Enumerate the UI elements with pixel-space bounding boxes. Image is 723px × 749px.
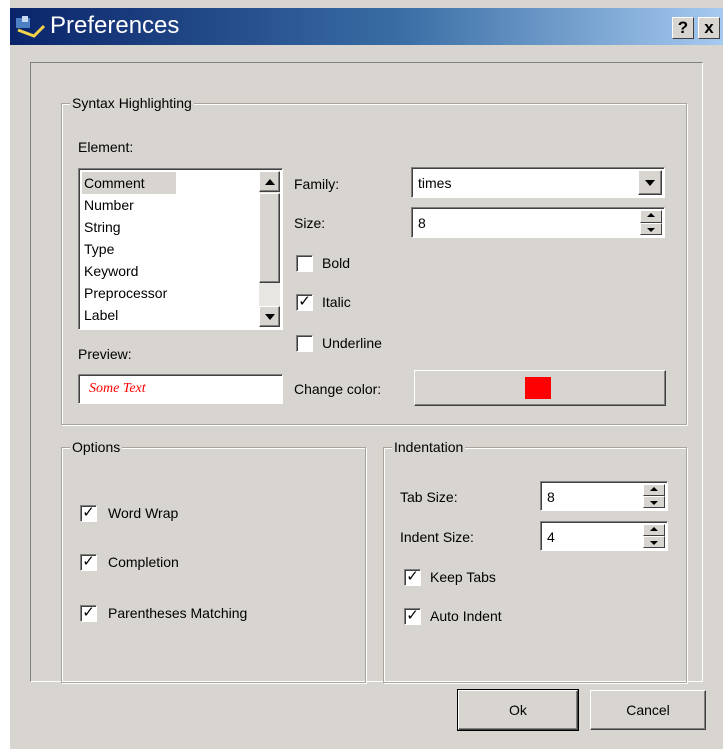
list-item-label[interactable]: Label xyxy=(82,304,176,326)
tab-size-value: 8 xyxy=(547,489,555,505)
preview-text: Some Text xyxy=(89,381,146,396)
auto-indent-label: Auto Indent xyxy=(430,608,502,624)
size-label: Size: xyxy=(294,215,326,231)
indentation-legend: Indentation xyxy=(392,438,466,456)
word-wrap-checkbox[interactable]: ✓ xyxy=(80,505,97,522)
tab-size-increment[interactable] xyxy=(643,484,665,496)
indentation-group: Indentation Tab Size: 8 Indent Size: 4 ✓… xyxy=(383,438,687,683)
word-wrap-label: Word Wrap xyxy=(108,505,179,521)
bold-checkbox[interactable] xyxy=(296,255,313,272)
completion-label: Completion xyxy=(108,554,179,570)
change-color-label: Change color: xyxy=(294,381,382,397)
increment-icon xyxy=(647,213,655,218)
arrow-down-icon xyxy=(264,314,275,320)
size-decrement[interactable] xyxy=(640,222,662,235)
preview-label: Preview: xyxy=(78,346,132,362)
scroll-thumb[interactable] xyxy=(259,193,280,283)
underline-label: Underline xyxy=(322,335,382,351)
element-label: Element: xyxy=(78,139,134,155)
options-group: Options ✓ Word Wrap ✓ Completion ✓ Paren… xyxy=(61,438,366,683)
list-item-string[interactable]: String xyxy=(82,216,176,238)
keep-tabs-label: Keep Tabs xyxy=(430,569,496,585)
dialog-client-area: Syntax Highlighting Element: Comment Num… xyxy=(30,62,703,683)
size-value: 8 xyxy=(418,215,426,231)
help-button[interactable]: ? xyxy=(672,17,694,39)
list-item-number[interactable]: Number xyxy=(82,194,176,216)
arrow-up-icon xyxy=(264,179,275,185)
change-color-button[interactable] xyxy=(414,370,666,406)
close-button[interactable]: x xyxy=(698,17,720,39)
parentheses-matching-checkbox[interactable]: ✓ xyxy=(80,605,97,622)
options-legend: Options xyxy=(70,438,123,456)
list-item-keyword[interactable]: Keyword xyxy=(82,260,176,282)
cancel-button[interactable]: Cancel xyxy=(590,690,706,730)
element-listbox[interactable]: Comment Number String Type Keyword Prepr… xyxy=(78,168,283,330)
ok-button[interactable]: Ok xyxy=(457,689,579,731)
completion-checkbox[interactable]: ✓ xyxy=(80,554,97,571)
indent-size-value: 4 xyxy=(547,529,555,545)
size-increment[interactable] xyxy=(640,210,662,223)
indent-size-decrement[interactable] xyxy=(643,536,665,548)
tab-size-spinbox[interactable]: 8 xyxy=(540,481,668,511)
preferences-dialog: Preferences ? x Syntax Highlighting Elem… xyxy=(10,0,723,749)
italic-label: Italic xyxy=(322,294,351,310)
scroll-down-button[interactable] xyxy=(259,306,280,327)
bold-label: Bold xyxy=(322,255,351,271)
increment-icon xyxy=(650,527,658,531)
syntax-highlighting-legend: Syntax Highlighting xyxy=(70,94,194,112)
syntax-highlighting-group: Syntax Highlighting Element: Comment Num… xyxy=(61,94,687,425)
decrement-icon xyxy=(650,501,658,505)
list-item-comment[interactable]: Comment xyxy=(82,172,176,194)
indent-size-label: Indent Size: xyxy=(400,529,474,545)
preview-box: Some Text xyxy=(78,374,283,404)
element-list-scrollbar[interactable] xyxy=(259,171,280,327)
size-spinner[interactable] xyxy=(640,210,662,235)
increment-icon xyxy=(650,487,658,491)
window-title: Preferences xyxy=(50,12,180,39)
underline-checkbox[interactable] xyxy=(296,335,313,352)
indent-size-spinbox[interactable]: 4 xyxy=(540,521,668,551)
auto-indent-checkbox[interactable]: ✓ xyxy=(404,608,421,625)
element-list: Comment Number String Type Keyword Prepr… xyxy=(82,172,176,326)
tab-size-spinner[interactable] xyxy=(643,484,665,508)
decrement-icon xyxy=(647,227,655,232)
tab-size-label: Tab Size: xyxy=(400,489,458,505)
title-bar[interactable]: Preferences ? x xyxy=(10,8,723,45)
list-item-type[interactable]: Type xyxy=(82,238,176,260)
app-icon xyxy=(16,16,46,38)
family-dropdown-button[interactable] xyxy=(638,170,662,195)
indent-size-spinner[interactable] xyxy=(643,524,665,548)
scroll-up-button[interactable] xyxy=(259,171,280,192)
family-value: times xyxy=(418,175,452,191)
color-swatch xyxy=(525,377,551,399)
keep-tabs-checkbox[interactable]: ✓ xyxy=(404,569,421,586)
chevron-down-icon xyxy=(645,180,655,186)
indent-size-increment[interactable] xyxy=(643,524,665,536)
size-spinbox[interactable]: 8 xyxy=(411,207,665,238)
family-dropdown[interactable]: times xyxy=(411,167,665,198)
list-item-preprocessor[interactable]: Preprocessor xyxy=(82,282,176,304)
family-label: Family: xyxy=(294,176,340,192)
decrement-icon xyxy=(650,541,658,545)
tab-size-decrement[interactable] xyxy=(643,496,665,508)
parentheses-matching-label: Parentheses Matching xyxy=(108,605,248,621)
italic-checkbox[interactable]: ✓ xyxy=(296,294,313,311)
